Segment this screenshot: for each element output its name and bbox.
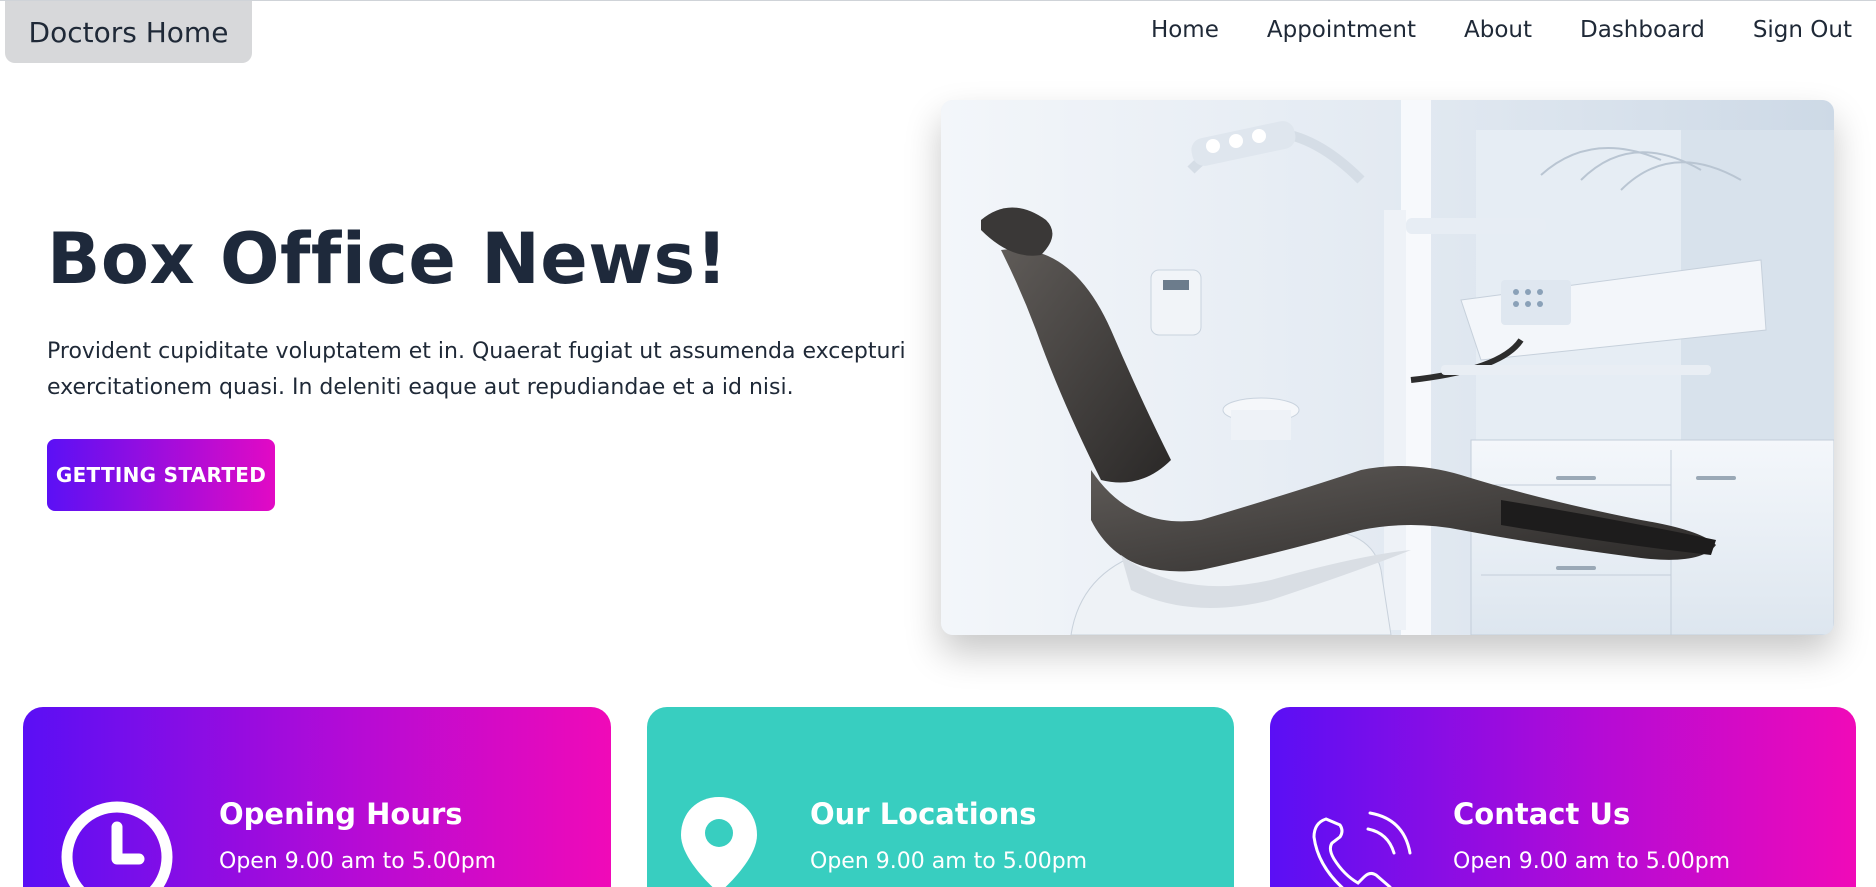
clock-icon <box>57 797 177 887</box>
nav-home-link[interactable]: Home <box>1151 17 1219 43</box>
card-text: Open 9.00 am to 5.00pm <box>219 849 497 874</box>
opening-hours-card: Opening Hours Open 9.00 am to 5.00pm <box>23 707 611 887</box>
top-border <box>0 0 1876 1</box>
card-title: Contact Us <box>1453 797 1631 831</box>
main-nav: Home Appointment About Dashboard Sign Ou… <box>1151 12 1852 48</box>
card-text: Open 9.00 am to 5.00pm <box>1453 849 1731 874</box>
dental-clinic-image <box>941 100 1834 635</box>
nav-appointment-link[interactable]: Appointment <box>1267 17 1416 43</box>
card-text: Open 9.00 am to 5.00pm <box>810 849 1088 874</box>
contact-us-card: Contact Us Open 9.00 am to 5.00pm <box>1270 707 1856 887</box>
map-pin-icon <box>679 795 759 887</box>
card-title: Opening Hours <box>219 797 463 831</box>
nav-dashboard-link[interactable]: Dashboard <box>1580 17 1705 43</box>
our-locations-card: Our Locations Open 9.00 am to 5.00pm <box>647 707 1234 887</box>
getting-started-button[interactable]: GETTING STARTED <box>47 439 275 511</box>
card-title: Our Locations <box>810 797 1037 831</box>
hero-title: Box Office News! <box>47 218 729 300</box>
brand-logo[interactable]: Doctors Home <box>5 1 252 63</box>
nav-about-link[interactable]: About <box>1464 17 1532 43</box>
nav-sign-out-link[interactable]: Sign Out <box>1753 17 1852 43</box>
hero-description: Provident cupiditate voluptatem et in. Q… <box>47 339 906 400</box>
phone-icon <box>1306 807 1416 887</box>
